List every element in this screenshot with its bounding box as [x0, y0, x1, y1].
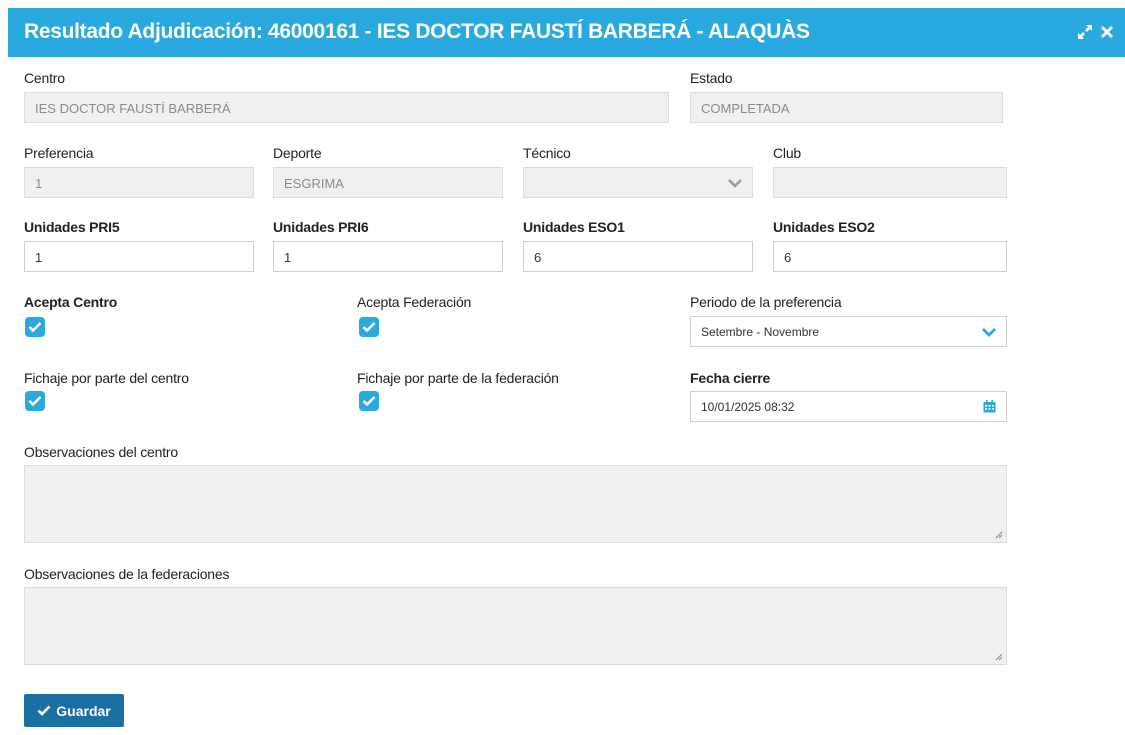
save-button[interactable]: Guardar: [24, 694, 124, 727]
unidades-eso2-label: Unidades ESO2: [773, 219, 875, 235]
preferencia-field: 1: [24, 167, 254, 198]
fecha-cierre-input[interactable]: 10/01/2025 08:32: [690, 391, 1007, 422]
unidades-pri6-input[interactable]: 1: [273, 241, 503, 272]
acepta-federacion-label: Acepta Federación: [357, 294, 472, 310]
obs-federaciones-textarea: [24, 587, 1007, 665]
estado-field: COMPLETADA: [690, 92, 1003, 123]
fichaje-centro-checkbox[interactable]: [25, 391, 45, 411]
calendar-icon[interactable]: [983, 400, 996, 413]
obs-centro-label: Observaciones del centro: [24, 444, 178, 460]
club-label: Club: [773, 145, 801, 161]
fichaje-federacion-checkbox[interactable]: [359, 391, 379, 411]
check-icon: [28, 396, 42, 407]
check-icon: [28, 322, 42, 333]
check-icon: [362, 396, 376, 407]
periodo-value: Setembre - Novembre: [701, 325, 820, 339]
tecnico-select: [523, 167, 753, 198]
dialog-titlebar: Resultado Adjudicación: 46000161 - IES D…: [8, 8, 1125, 57]
check-icon: [362, 322, 376, 333]
chevron-down-icon: [982, 328, 996, 337]
estado-label: Estado: [690, 70, 733, 86]
acepta-centro-checkbox[interactable]: [25, 317, 45, 337]
tecnico-label: Técnico: [523, 145, 571, 161]
save-button-label: Guardar: [56, 702, 111, 719]
dialog-title: Resultado Adjudicación: 46000161 - IES D…: [24, 20, 810, 43]
fecha-cierre-value: 10/01/2025 08:32: [701, 400, 795, 414]
unidades-eso1-label: Unidades ESO1: [523, 219, 625, 235]
resize-grip-icon[interactable]: [995, 653, 1003, 661]
fichaje-centro-label: Fichaje por parte del centro: [24, 370, 189, 386]
acepta-centro-label: Acepta Centro: [24, 294, 118, 310]
obs-federaciones-label: Observaciones de la federaciones: [24, 566, 230, 582]
fichaje-federacion-label: Fichaje por parte de la federación: [357, 370, 559, 386]
acepta-federacion-checkbox[interactable]: [359, 317, 379, 337]
deporte-field: ESGRIMA: [273, 167, 503, 198]
centro-field: IES DOCTOR FAUSTÍ BARBERÁ: [24, 92, 669, 123]
obs-centro-textarea: [24, 465, 1007, 543]
unidades-eso1-input[interactable]: 6: [523, 241, 753, 272]
periodo-label: Periodo de la preferencia: [690, 294, 842, 310]
expand-icon[interactable]: [1075, 22, 1095, 42]
check-icon: [37, 705, 51, 716]
preferencia-label: Preferencia: [24, 145, 94, 161]
club-field: [773, 167, 1007, 198]
resize-grip-icon[interactable]: [995, 531, 1003, 539]
chevron-down-icon: [728, 179, 742, 188]
unidades-pri5-label: Unidades PRI5: [24, 219, 120, 235]
unidades-pri5-input[interactable]: 1: [24, 241, 254, 272]
close-icon[interactable]: [1097, 22, 1117, 42]
centro-label: Centro: [24, 70, 65, 86]
fecha-cierre-label: Fecha cierre: [690, 370, 771, 386]
unidades-eso2-input[interactable]: 6: [773, 241, 1007, 272]
deporte-label: Deporte: [273, 145, 322, 161]
periodo-select[interactable]: Setembre - Novembre: [690, 316, 1007, 347]
unidades-pri6-label: Unidades PRI6: [273, 219, 369, 235]
